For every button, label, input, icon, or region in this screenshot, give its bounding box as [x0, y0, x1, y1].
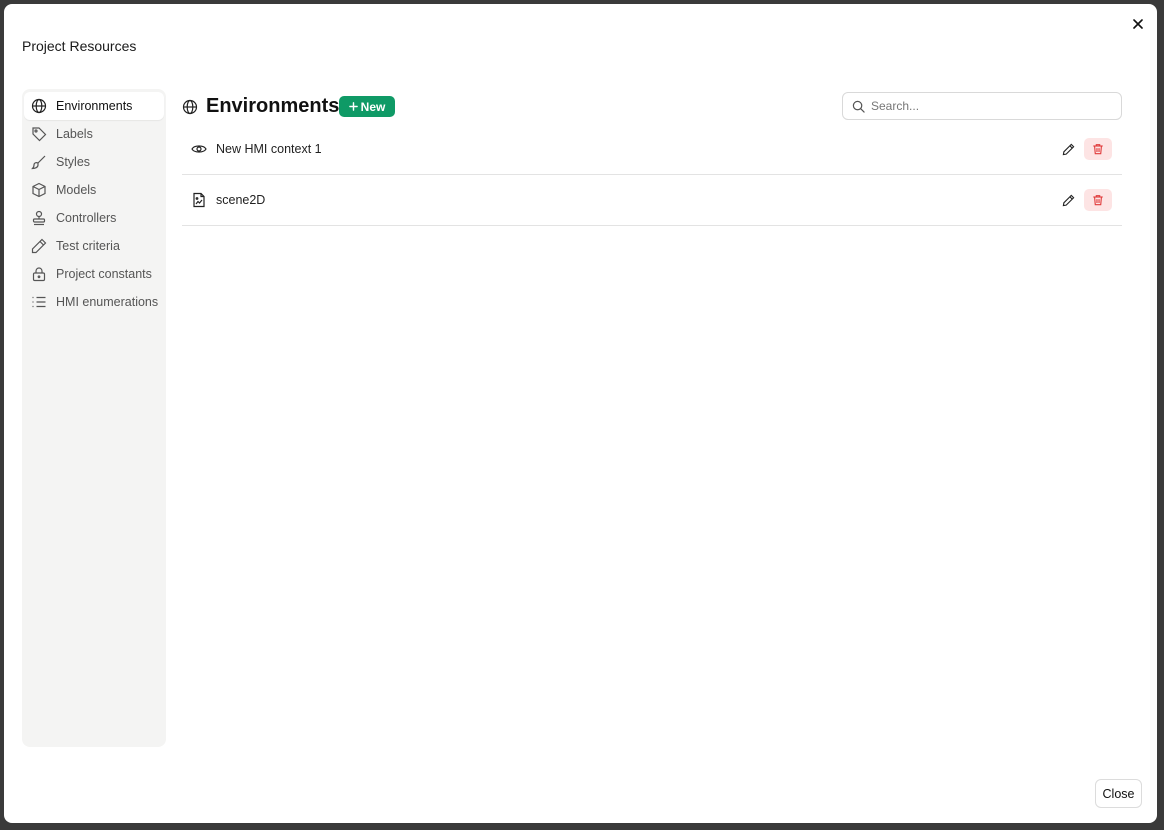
- sidebar-item-hmi-enumerations[interactable]: HMI enumerations: [24, 288, 164, 316]
- sidebar-item-project-constants[interactable]: Project constants: [24, 260, 164, 288]
- search-icon: [852, 100, 865, 113]
- sidebar-item-label: Labels: [56, 127, 93, 141]
- list-item[interactable]: scene2D: [182, 175, 1122, 226]
- project-resources-dialog: Project Resources Environments Labels St…: [4, 4, 1157, 823]
- search-input[interactable]: [869, 98, 1103, 114]
- sidebar-item-label: Controllers: [56, 211, 117, 225]
- list-item[interactable]: New HMI context 1: [182, 124, 1122, 175]
- image-file-icon: [190, 191, 208, 209]
- trash-icon[interactable]: [1084, 189, 1112, 211]
- globe-icon: [182, 99, 198, 115]
- pencil-icon[interactable]: [1058, 139, 1078, 159]
- sidebar-item-label: Models: [56, 183, 97, 197]
- close-icon[interactable]: [1130, 16, 1146, 32]
- tag-icon: [30, 125, 48, 143]
- trash-icon[interactable]: [1084, 138, 1112, 160]
- brush-icon: [30, 153, 48, 171]
- sidebar-item-test-criteria[interactable]: Test criteria: [24, 232, 164, 260]
- pencil-icon[interactable]: [1058, 190, 1078, 210]
- list-item-name: New HMI context 1: [216, 142, 322, 156]
- stamp-icon: [30, 209, 48, 227]
- box-icon: [30, 181, 48, 199]
- sidebar-item-label: Test criteria: [56, 239, 120, 253]
- search-box: [842, 92, 1122, 120]
- ruler-pen-icon: [30, 237, 48, 255]
- sidebar-item-models[interactable]: Models: [24, 176, 164, 204]
- sidebar-item-label: HMI enumerations: [56, 295, 159, 309]
- dialog-title: Project Resources: [22, 38, 137, 54]
- new-button-label: New: [360, 99, 386, 114]
- sidebar-item-controllers[interactable]: Controllers: [24, 204, 164, 232]
- plus-icon: [348, 102, 358, 111]
- page-title: Environments: [182, 95, 339, 118]
- sidebar-item-label: Styles: [56, 155, 91, 169]
- close-button[interactable]: Close: [1095, 779, 1142, 808]
- globe-icon: [30, 97, 48, 115]
- sidebar-item-label: Environments: [56, 99, 133, 113]
- sidebar-item-environments[interactable]: Environments: [24, 92, 164, 120]
- list-icon: [30, 293, 48, 311]
- eye-icon: [190, 140, 208, 158]
- sidebar-item-label: Project constants: [56, 267, 152, 281]
- sidebar-item-styles[interactable]: Styles: [24, 148, 164, 176]
- sidebar: Environments Labels Styles Models Contro…: [22, 89, 166, 747]
- new-button[interactable]: New: [339, 96, 395, 117]
- lock-icon: [30, 265, 48, 283]
- sidebar-item-labels[interactable]: Labels: [24, 120, 164, 148]
- page-title-text: Environments: [206, 95, 340, 117]
- list-item-name: scene2D: [216, 193, 266, 207]
